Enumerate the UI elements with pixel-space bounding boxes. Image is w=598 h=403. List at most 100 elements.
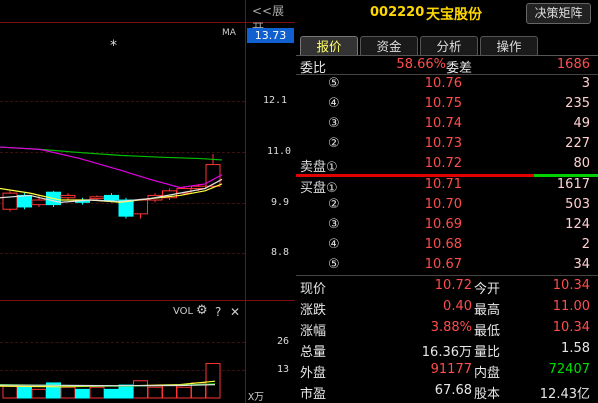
order-book-row[interactable]: ④ 10.75 235	[296, 94, 598, 114]
stat-label: 股本	[474, 387, 501, 402]
volume-bar	[147, 386, 163, 399]
weibi-row: 委比 58.66% 委差 1686	[296, 55, 598, 76]
order-book-row[interactable]: ④ 10.68 2	[296, 235, 598, 255]
weicha-value: 1686	[556, 57, 590, 72]
level-label: ②	[328, 197, 340, 212]
order-book-row[interactable]: ⑤ 10.76 3	[296, 74, 598, 94]
candle-body	[133, 199, 148, 215]
stat-value: 16.36万	[421, 345, 472, 360]
order-book-row[interactable]: ② 10.70 503	[296, 195, 598, 215]
stat-row: 市盈 67.68 股本 12.43亿	[296, 381, 598, 402]
tab-funds[interactable]: 资金	[360, 36, 418, 56]
stat-value: 0.40	[443, 299, 472, 314]
level-price: 10.73	[424, 136, 462, 151]
stat-value: 67.68	[434, 383, 472, 398]
candle-body	[205, 164, 221, 187]
volume-bar	[133, 380, 148, 399]
level-price: 10.71	[424, 177, 462, 192]
stat-value: 10.72	[434, 278, 472, 293]
stat-label: 总量	[300, 345, 327, 360]
quote-panel: 002220 天宝股份 决策矩阵 报价 资金 分析 操作 委比 58.66% 委…	[296, 0, 598, 403]
vol-y-label: 13	[277, 364, 290, 375]
stat-label: 内盘	[474, 366, 501, 381]
stat-label: 现价	[300, 282, 327, 297]
level-volume: 49	[573, 116, 590, 131]
volume-bar	[176, 386, 192, 399]
tab-quote[interactable]: 报价	[300, 36, 358, 56]
stat-label: 外盘	[300, 366, 327, 381]
level-volume: 227	[565, 136, 590, 151]
candle-body	[31, 199, 47, 206]
stat-value: 1.58	[561, 341, 590, 356]
level-label: ⑤	[328, 76, 340, 91]
candle-body	[104, 194, 119, 201]
stat-label: 涨跌	[300, 303, 327, 318]
stat-row: 涨幅 3.88% 最低 10.34	[296, 318, 598, 339]
ma-line-magenta	[0, 146, 223, 189]
order-book-row[interactable]: ③ 10.69 124	[296, 215, 598, 235]
kline-chart-panel[interactable]: <<展开 MA 13.73 * 12.1 11.0 9.9 8.8 VOL ⚙ …	[0, 0, 295, 403]
level-volume: 1617	[556, 177, 590, 192]
level-label: 买盘①	[300, 181, 338, 196]
volume-bar	[60, 386, 76, 399]
volume-bar	[2, 384, 18, 399]
vol-y-label: 26	[277, 336, 290, 347]
order-book-row[interactable]: ③ 10.74 49	[296, 114, 598, 134]
y-axis-label: 8.8	[271, 247, 290, 258]
stat-value: 11.00	[552, 299, 590, 314]
volume-bar	[104, 388, 119, 399]
tab-analysis[interactable]: 分析	[420, 36, 478, 56]
level-label: ④	[328, 96, 340, 111]
level-price: 10.68	[424, 237, 462, 252]
level-price: 10.74	[424, 116, 462, 131]
level-price: 10.70	[424, 197, 462, 212]
y-axis-label: 9.9	[271, 197, 290, 208]
stat-row: 现价 10.72 今开 10.34	[296, 276, 598, 297]
volume-plot	[0, 363, 221, 399]
stat-value: 72407	[548, 362, 590, 377]
level-label: ③	[328, 217, 340, 232]
stat-value: 12.43亿	[539, 387, 590, 402]
volume-bar	[17, 386, 32, 399]
current-price-tag: 13.73	[247, 28, 294, 43]
order-book-row[interactable]: ② 10.73 227	[296, 134, 598, 154]
level-volume: 2	[581, 237, 590, 252]
volume-bar	[75, 388, 90, 399]
order-book-row[interactable]: 卖盘① 10.72 80	[296, 154, 598, 175]
level-price: 10.72	[424, 156, 462, 171]
level-label: ⑤	[328, 257, 340, 272]
vol-unit-label: X万	[248, 392, 265, 403]
candle-body	[17, 194, 32, 208]
stat-row: 总量 16.36万 量比 1.58	[296, 339, 598, 360]
volume-bar	[31, 388, 47, 399]
stat-label: 涨幅	[300, 324, 327, 339]
volume-bar	[89, 386, 105, 399]
level-price: 10.75	[424, 96, 462, 111]
level-label: ④	[328, 237, 340, 252]
stat-value: 10.34	[552, 278, 590, 293]
stat-value: 10.34	[552, 320, 590, 335]
stat-label: 今开	[474, 282, 501, 297]
stat-row: 涨跌 0.40 最高 11.00	[296, 297, 598, 318]
decision-matrix-button[interactable]: 决策矩阵	[526, 3, 591, 24]
order-book-row[interactable]: ⑤ 10.67 34	[296, 255, 598, 275]
level-volume: 235	[565, 96, 590, 111]
level-price: 10.67	[424, 257, 462, 272]
level-volume: 3	[581, 76, 590, 91]
level-label: ②	[328, 136, 340, 151]
candle-body	[60, 194, 76, 199]
volume-bar	[205, 363, 221, 399]
level-volume: 34	[573, 257, 590, 272]
candle-body	[2, 192, 18, 210]
volume-bar	[118, 384, 134, 399]
stat-label: 量比	[474, 345, 501, 360]
stat-label: 市盈	[300, 387, 327, 402]
tab-operation[interactable]: 操作	[480, 36, 538, 56]
stat-value: 3.88%	[430, 320, 472, 335]
candle-body	[89, 196, 105, 200]
order-book-row[interactable]: 买盘① 10.71 1617	[296, 175, 598, 196]
candle-body	[191, 185, 206, 190]
weibi-value: 58.66%	[396, 57, 446, 72]
stock-name: 天宝股份	[426, 7, 482, 23]
level-volume: 124	[565, 217, 590, 232]
